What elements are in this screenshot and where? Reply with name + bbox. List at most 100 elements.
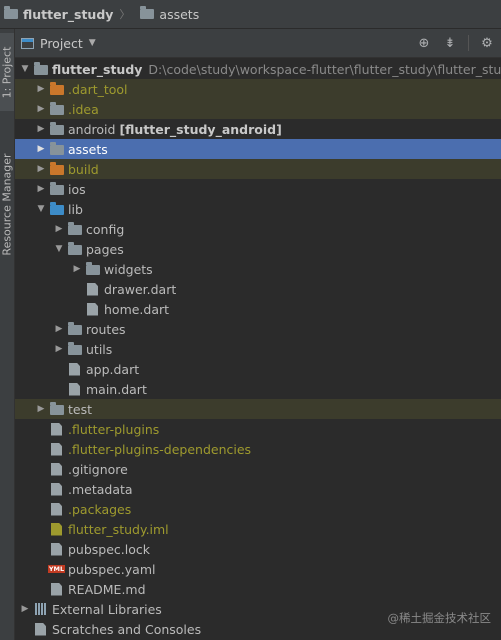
- tree-item-home-dart[interactable]: home.dart: [15, 299, 501, 319]
- tree-item-utils[interactable]: ▶ utils: [15, 339, 501, 359]
- tree-item-lib[interactable]: ▼ lib: [15, 199, 501, 219]
- tree-item-label: lib: [68, 201, 83, 217]
- tree-item-flutter-plugins-dependencies[interactable]: .flutter-plugins-dependencies: [15, 439, 501, 459]
- tree-item-gitignore[interactable]: .gitignore: [15, 459, 501, 479]
- chevron-right-icon: ▶: [37, 144, 45, 154]
- tree-item-path: D:\code\study\workspace-flutter\flutter_…: [148, 61, 501, 77]
- project-toolbar: Project ▼ ⊕ ⇟ ⚙: [15, 29, 501, 58]
- project-view-icon: [21, 37, 34, 49]
- folder-icon: [67, 242, 82, 256]
- tree-item-label: .flutter-plugins-dependencies: [68, 441, 252, 457]
- tree-item-app-dart[interactable]: app.dart: [15, 359, 501, 379]
- tree-item-label: .metadata: [68, 481, 133, 497]
- excluded-folder-icon: [49, 82, 64, 96]
- tree-item-main-dart[interactable]: main.dart: [15, 379, 501, 399]
- dart-file-icon: [85, 302, 100, 316]
- text-file-icon: [49, 542, 64, 556]
- dart-file-icon: [67, 382, 82, 396]
- tree-item-pubspec-lock[interactable]: pubspec.lock: [15, 539, 501, 559]
- tree-item-drawer-dart[interactable]: drawer.dart: [15, 279, 501, 299]
- breadcrumb-folder-label: assets: [159, 6, 200, 22]
- tree-item-label: .gitignore: [68, 461, 128, 477]
- chevron-down-icon: ▼: [88, 38, 96, 48]
- tab-resource-manager[interactable]: Resource Manager: [0, 139, 14, 269]
- text-file-icon: [49, 422, 64, 436]
- folder-icon: [67, 322, 82, 336]
- module-folder-icon: [49, 122, 64, 136]
- chevron-right-icon: ▶: [37, 84, 45, 94]
- tree-item-dart-tool[interactable]: ▶ .dart_tool: [15, 79, 501, 99]
- locate-icon[interactable]: ⊕: [416, 35, 432, 51]
- tree-item-label: main.dart: [86, 381, 147, 397]
- tree-item-build[interactable]: ▶ build: [15, 159, 501, 179]
- test-folder-icon: [49, 402, 64, 416]
- tree-item-label: home.dart: [104, 301, 170, 317]
- tab-resource-manager-label: Resource Manager: [0, 152, 14, 256]
- chevron-right-icon: ▶: [55, 224, 63, 234]
- tree-item-pubspec-yaml[interactable]: YML pubspec.yaml: [15, 559, 501, 579]
- breadcrumb-project[interactable]: flutter_study: [4, 5, 114, 22]
- tree-item-widgets[interactable]: ▶ widgets: [15, 259, 501, 279]
- view-selector[interactable]: Project ▼: [21, 36, 96, 51]
- tree-item-test[interactable]: ▶ test: [15, 399, 501, 419]
- tree-item-assets[interactable]: ▶ assets: [15, 139, 501, 159]
- tree-item-label: assets: [68, 141, 108, 157]
- chevron-down-icon: ▼: [37, 204, 45, 214]
- tree-item-android[interactable]: ▶ android [flutter_study_android]: [15, 119, 501, 139]
- chevron-right-icon: ▶: [37, 124, 45, 134]
- tree-item-label: ios: [68, 181, 86, 197]
- tree-item-root[interactable]: ▼ flutter_study D:\code\study\workspace-…: [15, 59, 501, 79]
- scratches-icon: [33, 622, 48, 636]
- folder-icon: [67, 342, 82, 356]
- folder-icon: [67, 222, 82, 236]
- tree-item-label: pages: [86, 241, 124, 257]
- chevron-right-icon: ▶: [21, 604, 29, 614]
- tree-item-label: .flutter-plugins: [68, 421, 160, 437]
- collapse-all-icon[interactable]: ⇟: [442, 35, 458, 51]
- libraries-icon: [33, 602, 48, 616]
- tree-item-iml[interactable]: flutter_study.iml: [15, 519, 501, 539]
- text-file-icon: [49, 442, 64, 456]
- toolbar-divider: [468, 35, 469, 51]
- tree-item-readme[interactable]: README.md: [15, 579, 501, 599]
- tree-item-label: widgets: [104, 261, 153, 277]
- project-folder-icon: [33, 62, 48, 76]
- tree-item-metadata[interactable]: .metadata: [15, 479, 501, 499]
- settings-folder-icon: [49, 102, 64, 116]
- excluded-folder-icon: [49, 162, 64, 176]
- tree-item-pages[interactable]: ▼ pages: [15, 239, 501, 259]
- tree-item-flutter-plugins[interactable]: .flutter-plugins: [15, 419, 501, 439]
- tree-item-label: .dart_tool: [68, 81, 128, 97]
- chevron-right-icon: 〉: [119, 8, 131, 21]
- yaml-file-icon: YML: [47, 565, 66, 573]
- tree-item-label: routes: [86, 321, 126, 337]
- chevron-right-icon: ▶: [37, 164, 45, 174]
- tree-item-packages[interactable]: .packages: [15, 499, 501, 519]
- folder-icon: [140, 5, 155, 22]
- source-folder-icon: [49, 202, 64, 216]
- tree-item-label: External Libraries: [52, 601, 162, 617]
- tree-item-label: android: [68, 121, 116, 137]
- tree-item-label: Scratches and Consoles: [52, 621, 202, 637]
- breadcrumb-project-label: flutter_study: [23, 6, 114, 22]
- tree-item-label: app.dart: [86, 361, 140, 377]
- tree-item-label: .packages: [68, 501, 132, 517]
- tree-item-label: flutter_study.iml: [68, 521, 169, 537]
- tab-project[interactable]: 1: Project: [0, 33, 14, 111]
- tree-item-label: flutter_study: [52, 61, 143, 77]
- tree-item-label: build: [68, 161, 99, 177]
- navigation-bar: flutter_study 〉 assets: [0, 0, 501, 29]
- tree-item-idea[interactable]: ▶ .idea: [15, 99, 501, 119]
- tree-item-label: test: [68, 401, 93, 417]
- text-file-icon: [49, 502, 64, 516]
- chevron-right-icon: ▶: [37, 404, 45, 414]
- chevron-right-icon: ▶: [37, 104, 45, 114]
- tree-item-routes[interactable]: ▶ routes: [15, 319, 501, 339]
- dart-file-icon: [67, 362, 82, 376]
- tree-item-label: .idea: [68, 101, 99, 117]
- tree-item-ios[interactable]: ▶ ios: [15, 179, 501, 199]
- tree-item-config[interactable]: ▶ config: [15, 219, 501, 239]
- gear-icon[interactable]: ⚙: [479, 35, 495, 51]
- breadcrumb-folder[interactable]: assets: [140, 5, 200, 22]
- chevron-down-icon: ▼: [55, 244, 63, 254]
